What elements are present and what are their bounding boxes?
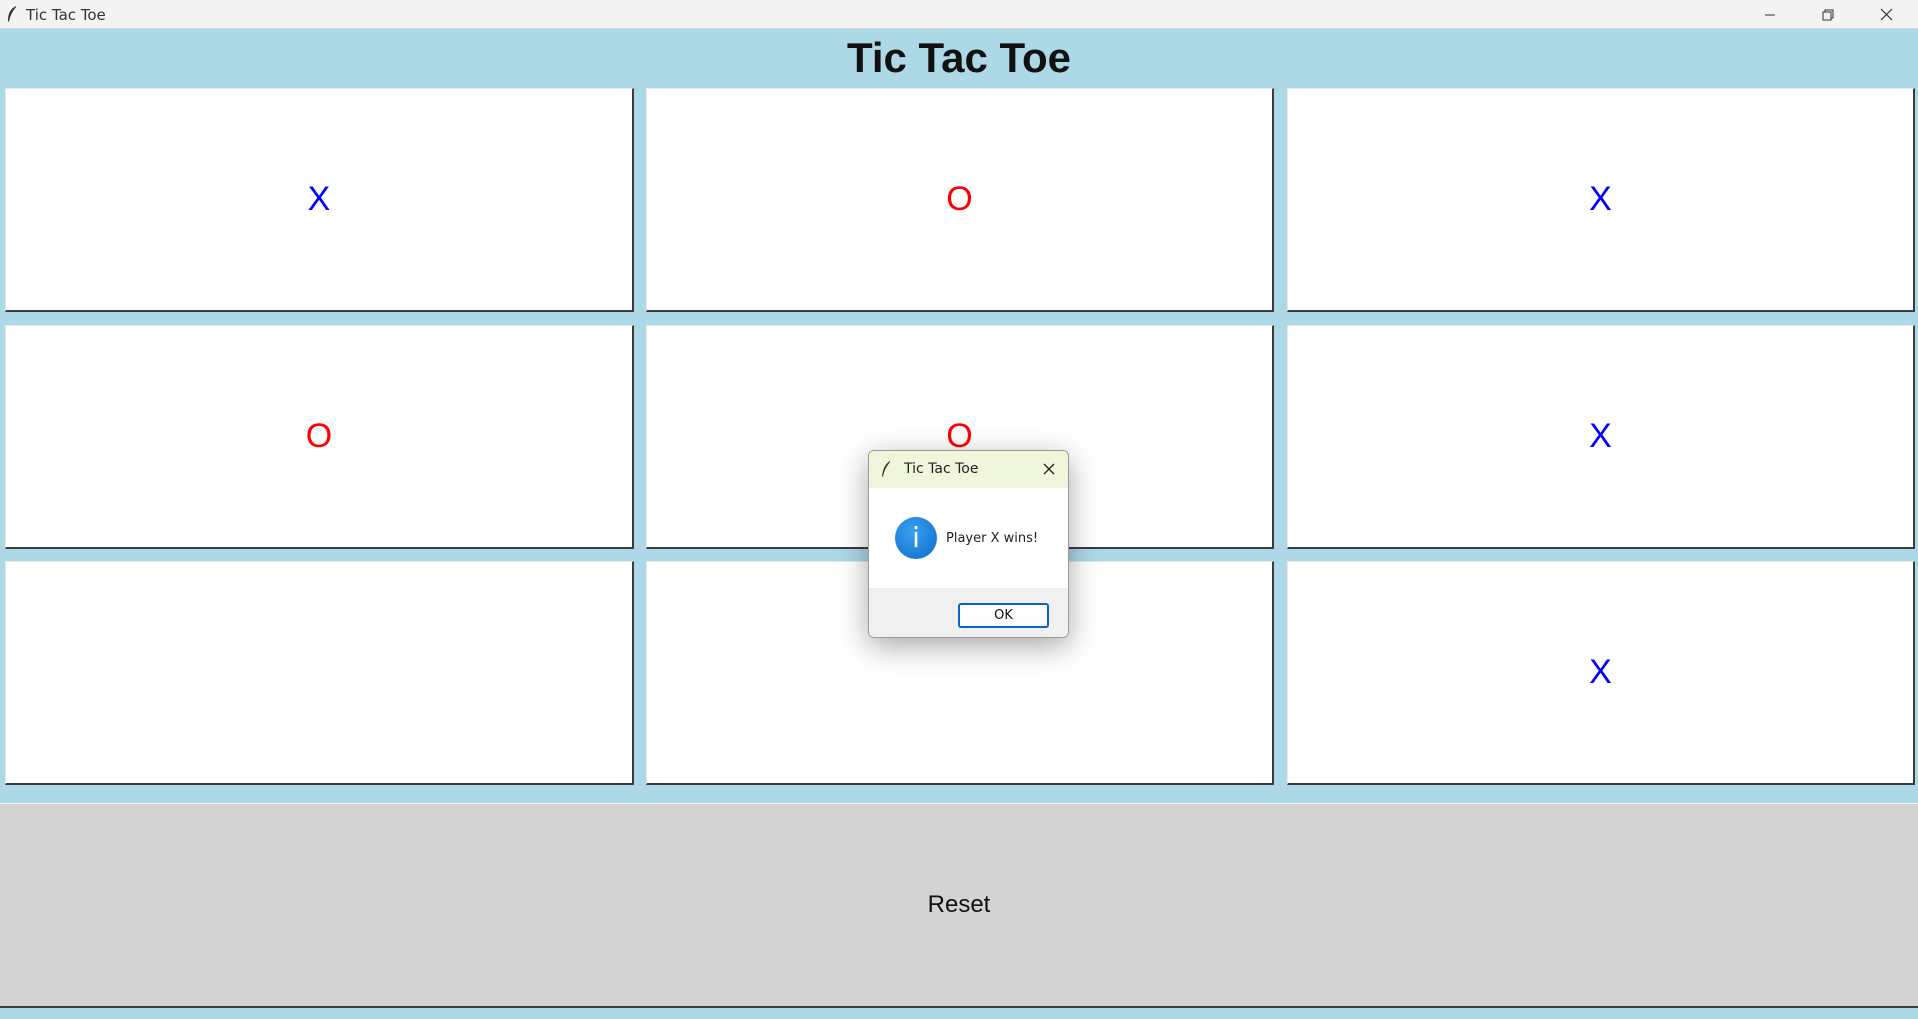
- board-cell-7[interactable]: [5, 561, 634, 785]
- cell-mark: X: [307, 180, 331, 218]
- dialog-body: i Player X wins!: [869, 488, 1068, 588]
- window-title: Tic Tac Toe: [26, 6, 106, 24]
- close-icon: [1880, 8, 1892, 21]
- page-title: Tic Tac Toe: [846, 34, 1072, 81]
- window-titlebar: Tic Tac Toe: [0, 0, 1918, 29]
- board-cell-1[interactable]: X: [5, 88, 634, 312]
- minimize-icon: [1765, 14, 1775, 15]
- restore-icon: [1822, 9, 1834, 20]
- reset-button[interactable]: Reset: [0, 803, 1918, 1008]
- reset-button-label: Reset: [927, 891, 991, 918]
- info-icon-glyph: i: [912, 521, 920, 554]
- dialog-titlebar: Tic Tac Toe: [869, 451, 1068, 488]
- board-cell-2[interactable]: O: [646, 88, 1274, 312]
- dialog-message: Player X wins!: [946, 531, 1039, 546]
- ok-button[interactable]: OK: [958, 603, 1049, 628]
- board-cell-4[interactable]: O: [5, 325, 634, 549]
- board-cell-9[interactable]: X: [1287, 561, 1915, 785]
- close-button[interactable]: [1857, 0, 1915, 29]
- feather-icon: [882, 461, 890, 477]
- dialog-close-button[interactable]: [1038, 458, 1060, 480]
- cell-mark: O: [305, 417, 333, 455]
- info-icon: i: [895, 517, 937, 559]
- dialog-footer: OK: [869, 588, 1068, 637]
- minimize-button[interactable]: [1741, 0, 1799, 29]
- board-cell-3[interactable]: X: [1287, 88, 1915, 312]
- dialog-title: Tic Tac Toe: [904, 461, 979, 477]
- cell-mark: X: [1589, 417, 1612, 455]
- board-cell-6[interactable]: X: [1287, 325, 1915, 549]
- cell-mark: O: [946, 180, 973, 218]
- message-dialog: Tic Tac Toe i Player X wins! OK: [868, 450, 1069, 638]
- close-icon: [1043, 463, 1055, 475]
- restore-button[interactable]: [1799, 0, 1857, 29]
- feather-icon: [8, 6, 16, 22]
- cell-mark: X: [1589, 180, 1612, 218]
- cell-mark: X: [1589, 653, 1612, 691]
- header: Tic Tac Toe: [0, 30, 1918, 86]
